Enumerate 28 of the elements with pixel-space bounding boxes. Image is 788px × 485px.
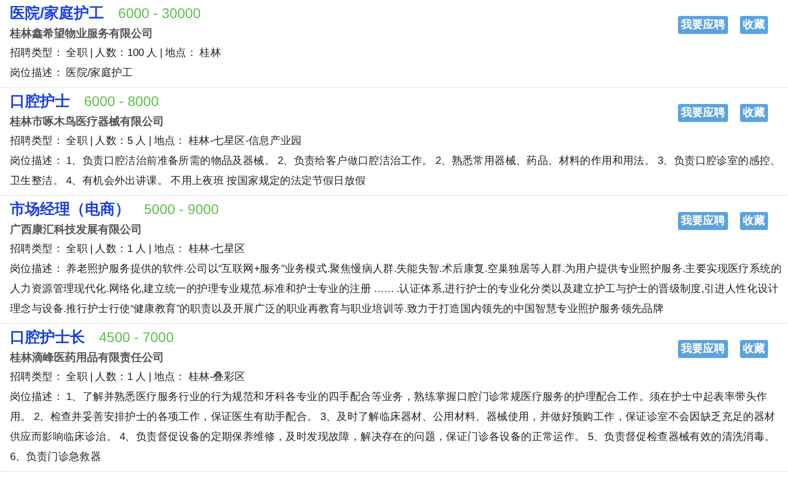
apply-button[interactable]: 我要应聘: [678, 16, 728, 34]
job-info: 招聘类型： 全职 | 人数：100 人 | 地点： 桂林: [10, 46, 222, 61]
salary-range: 6000 - 8000: [84, 93, 159, 109]
apply-button[interactable]: 我要应聘: [678, 340, 728, 358]
job-title-link[interactable]: 医院/家庭护工: [10, 4, 104, 23]
job-info: 招聘类型： 全职 | 人数：1 人 | 地点： 桂林-七星区: [10, 242, 246, 257]
company-name: 桂林滴峰医药用品有限责任公司: [10, 350, 165, 366]
company-name: 桂林市啄木鸟医疗器械有限公司: [10, 114, 165, 130]
job-description: 岗位描述： 1、负责口腔洁治前准备所需的物品及器械。 2、负责给客户做口腔洁治工作。 2、熟悉常用器械、药品、材料的作用和用法。 3、负责口腔诊室的感控、卫生整洁。 4、有机会外出讲课。 不用上夜班 按国家规定的法定节假日放假: [10, 154, 782, 189]
job-title-link[interactable]: 口腔护士: [10, 92, 70, 111]
favorite-button[interactable]: 收藏: [740, 340, 768, 358]
job-info: 招聘类型： 全职 | 人数：1 人 | 地点： 桂林-叠彩区: [10, 370, 246, 385]
job-description: 岗位描述： 1、了解并熟悉医疗服务行业的行为规范和牙科各专业的四手配合等业务，熟练掌握口腔门诊常规医疗服务的护理配合工作。须在护士中起表率带头作用。 2、检查并妥善安排护士的各项工作，保证医生有助手配合。 3、及时了解临床器材、公用材料、器械使用，并做好预购工作，保证诊室不会因缺乏充足的器材供应而影响临床诊治。 4、负责督促设备的定期保养维修，及时发现故障，解决存在的问题，保证门诊各设备的正常运作。 5、负责督促检查器械有效的清洗消毒。 6、负责门诊急救器: [10, 390, 776, 465]
favorite-button[interactable]: 收藏: [740, 212, 768, 230]
job-title-link[interactable]: 口腔护士长: [10, 328, 85, 347]
salary-range: 5000 - 9000: [144, 201, 219, 217]
salary-range: 4500 - 7000: [99, 329, 174, 345]
favorite-button[interactable]: 收藏: [740, 104, 768, 122]
company-name: 广西康汇科技发展有限公司: [10, 222, 143, 238]
job-info: 招聘类型： 全职 | 人数：5 人 | 地点： 桂林-七星区-信息产业园: [10, 134, 303, 149]
company-name: 桂林鑫希望物业服务有限公司: [10, 26, 154, 42]
job-description: 岗位描述： 医院/家庭护工: [10, 66, 134, 81]
job-description: 岗位描述： 养老照护服务提供的软件.公司以“互联网+服务”业务模式.聚焦慢病人群.失能失智.术后康复.空巢独居等人群.为用户提供专业照护服务.主要实现医疗系统的人力资源管理现代化.网络化,建立统一的护理专业规范.标准和护士专业的注册 …… .认证体系,进行护士的专业化分类以及建立护工与护士的晋级制度,引进人性化设计理念与设备.推行护士行使“健康教育”的职责以及开展广泛的职业再教育与职业培训等.致力于打造国内领先的中国智慧专业照护服务领先品牌: [10, 262, 782, 317]
salary-range: 6000 - 30000: [118, 5, 201, 21]
favorite-button[interactable]: 收藏: [740, 16, 768, 34]
job-title-link[interactable]: 市场经理（电商）: [10, 200, 130, 219]
apply-button[interactable]: 我要应聘: [678, 104, 728, 122]
apply-button[interactable]: 我要应聘: [678, 212, 728, 230]
